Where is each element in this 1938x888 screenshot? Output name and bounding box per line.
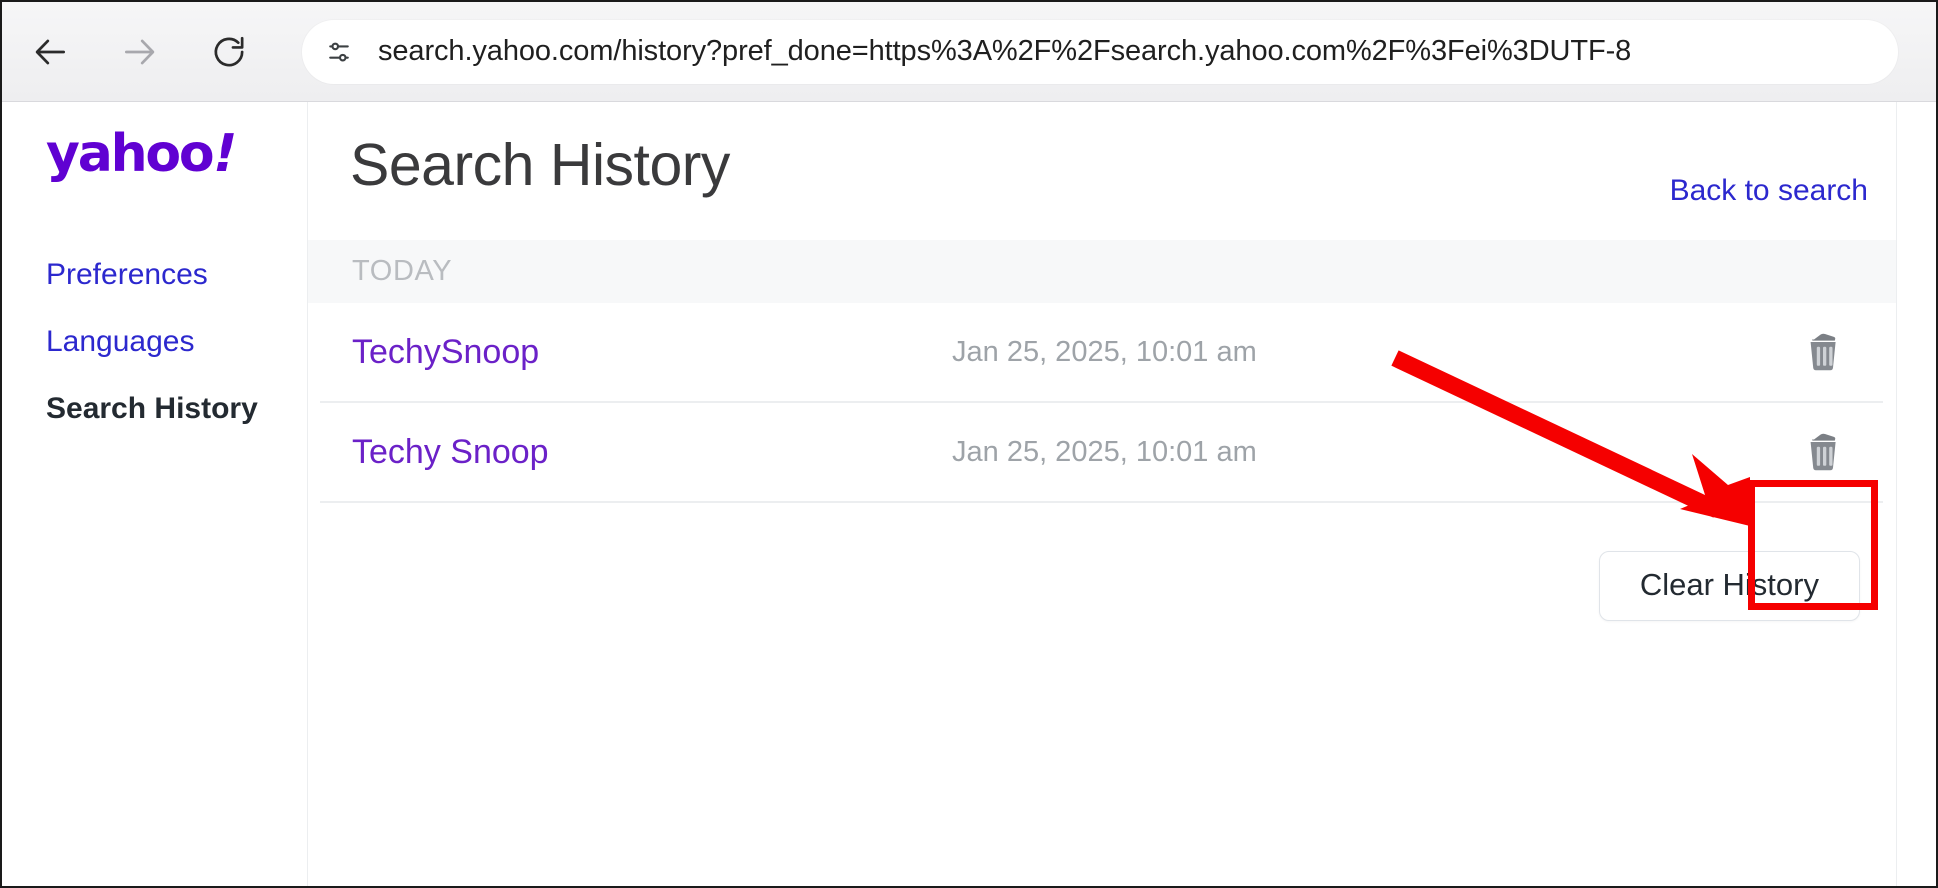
sidebar-item-label: Search History xyxy=(46,392,258,425)
reload-icon[interactable] xyxy=(198,21,260,83)
section-header-today: TODAY xyxy=(308,240,1896,303)
yahoo-logo-exclamation: ! xyxy=(207,124,242,184)
history-row: TechySnoop Jan 25, 2025, 10:01 am xyxy=(320,303,1883,403)
url-text[interactable]: search.yahoo.com/history?pref_done=https… xyxy=(378,35,1631,68)
sidebar-item-label: Languages xyxy=(46,325,195,358)
sidebar-item-search-history[interactable]: Search History xyxy=(46,392,307,425)
sidebar-nav: Preferences Languages Search History xyxy=(46,258,307,459)
back-arrow-icon[interactable] xyxy=(20,21,82,83)
history-timestamp: Jan 25, 2025, 10:01 am xyxy=(952,335,1257,368)
tune-sliders-icon[interactable] xyxy=(312,25,366,79)
section-label: TODAY xyxy=(352,255,453,287)
delete-history-item-button[interactable] xyxy=(1777,403,1869,501)
sidebar-item-languages[interactable]: Languages xyxy=(46,325,307,358)
panel-footer: Clear History xyxy=(308,503,1896,622)
page-title: Search History xyxy=(350,132,730,198)
panel-header: Search History Back to search xyxy=(308,102,1896,232)
clear-history-button[interactable]: Clear History xyxy=(1598,551,1860,622)
history-row: Techy Snoop Jan 25, 2025, 10:01 am xyxy=(320,403,1883,503)
history-term-link[interactable]: Techy Snoop xyxy=(352,433,952,472)
sidebar-item-label: Preferences xyxy=(46,258,208,291)
trash-icon xyxy=(1802,329,1844,375)
delete-history-item-button[interactable] xyxy=(1777,303,1869,401)
trash-icon xyxy=(1802,429,1844,475)
yahoo-logo[interactable]: yahoo! xyxy=(46,124,307,184)
page-body: yahoo! Preferences Languages Search Hist… xyxy=(2,102,1936,886)
history-term-link[interactable]: TechySnoop xyxy=(352,333,952,372)
forward-arrow-icon[interactable] xyxy=(108,21,170,83)
browser-toolbar: search.yahoo.com/history?pref_done=https… xyxy=(2,2,1936,102)
history-timestamp: Jan 25, 2025, 10:01 am xyxy=(952,435,1257,468)
yahoo-logo-text: yahoo xyxy=(46,124,215,184)
sidebar: yahoo! Preferences Languages Search Hist… xyxy=(2,102,307,886)
address-bar[interactable]: search.yahoo.com/history?pref_done=https… xyxy=(302,19,1898,84)
sidebar-item-preferences[interactable]: Preferences xyxy=(46,258,307,291)
back-to-search-link[interactable]: Back to search xyxy=(1670,174,1868,208)
search-history-panel: Search History Back to search TODAY Tech… xyxy=(307,102,1897,886)
